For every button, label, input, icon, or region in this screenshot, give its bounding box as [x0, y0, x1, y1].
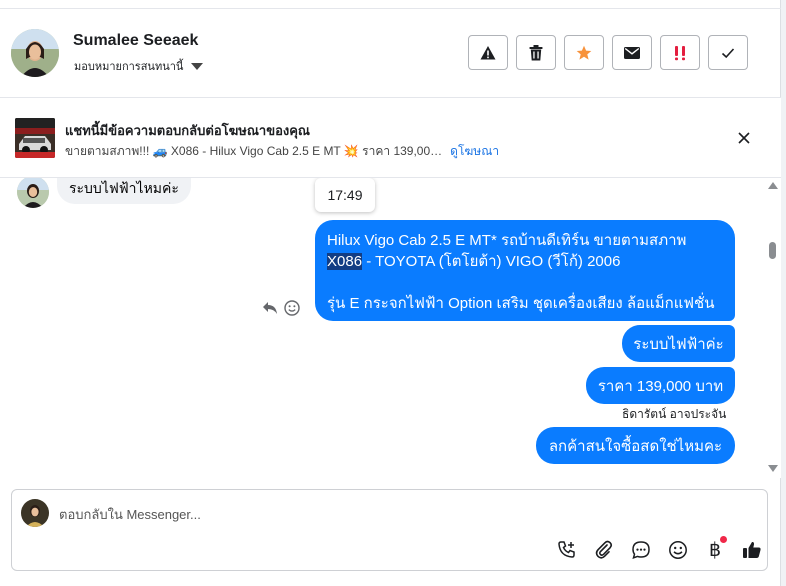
- like-button[interactable]: [740, 538, 764, 562]
- close-icon: [738, 132, 750, 144]
- payment-button[interactable]: ฿: [703, 536, 727, 562]
- ad-thumbnail[interactable]: [15, 118, 55, 158]
- view-ad-link[interactable]: ดูโฆษณา: [450, 144, 499, 158]
- scroll-up-arrow-icon[interactable]: [768, 182, 778, 189]
- message-line-2: X086 - TOYOTA (โตโยต้า) VIGO (วีโก้) 200…: [327, 251, 723, 272]
- spam-button[interactable]: [660, 35, 700, 70]
- react-emoji-icon[interactable]: [284, 300, 300, 316]
- contact-avatar-small[interactable]: [17, 178, 49, 208]
- assign-label: มอบหมายการสนทนานี้: [74, 61, 184, 73]
- ad-banner-subtitle: ขายตามสภาพ!!! 🚙 X086 - Hilux Vigo Cab 2.…: [65, 142, 499, 161]
- reply-composer: ฿: [11, 489, 768, 571]
- message-line-1: Hilux Vigo Cab 2.5 E MT* รถบ้านดีเทิร์น …: [327, 232, 687, 249]
- paperclip-icon: [595, 540, 613, 559]
- conversation-header: Sumalee Seeaek มอบหมายการสนทนานี้: [0, 9, 781, 98]
- star-icon: [576, 45, 592, 60]
- mark-unread-button[interactable]: [612, 35, 652, 70]
- mark-done-button[interactable]: [708, 35, 748, 70]
- thread-scrollbar[interactable]: [767, 178, 779, 478]
- spam-icon: [675, 45, 685, 60]
- highlighted-code: X086: [327, 253, 363, 270]
- contact-name: Sumalee Seeaek: [73, 32, 199, 49]
- incoming-message[interactable]: ระบบไฟฟ้าไหมค่ะ: [57, 178, 191, 204]
- scrollbar-thumb[interactable]: [769, 242, 776, 259]
- reply-input[interactable]: [59, 502, 739, 526]
- outgoing-message[interactable]: ราคา 139,000 บาท: [586, 367, 735, 404]
- close-banner-button[interactable]: [734, 128, 754, 148]
- saved-reply-icon: [632, 541, 650, 559]
- ad-banner-title: แชทนี้มีข้อความตอบกลับต่อโฆษณาของคุณ: [65, 123, 310, 138]
- star-button[interactable]: [564, 35, 604, 70]
- ad-reply-banner: แชทนี้มีข้อความตอบกลับต่อโฆษณาของคุณ ขาย…: [0, 98, 781, 178]
- conversation-actions: [468, 35, 748, 70]
- page-avatar: [21, 499, 49, 527]
- attach-button[interactable]: [592, 538, 616, 562]
- report-button[interactable]: [468, 35, 508, 70]
- call-button[interactable]: [555, 538, 579, 562]
- message-thread[interactable]: ระบบไฟฟ้าไหมค่ะ 17:49 Hilux Vigo Cab 2.5…: [0, 178, 781, 478]
- timestamp-tooltip: 17:49: [315, 178, 375, 212]
- emoji-button[interactable]: [666, 538, 690, 562]
- message-line-3: รุ่น E กระจกไฟฟ้า Option เสริม ชุดเครื่อ…: [327, 295, 715, 312]
- message-line-2-rest: - TOYOTA (โตโยต้า) VIGO (วีโก้) 2006: [362, 253, 621, 270]
- assign-conversation-dropdown[interactable]: มอบหมายการสนทนานี้: [74, 57, 204, 75]
- report-icon: [480, 45, 496, 59]
- delete-button[interactable]: [516, 35, 556, 70]
- emoji-icon: [669, 541, 687, 559]
- reply-icon[interactable]: [262, 301, 278, 315]
- ad-description: ขายตามสภาพ!!! 🚙 X086 - Hilux Vigo Cab 2.…: [65, 144, 443, 158]
- envelope-icon: [624, 46, 640, 59]
- message-hover-actions: [262, 300, 300, 316]
- trash-icon: [529, 44, 543, 60]
- thumbs-up-icon: [743, 541, 761, 558]
- scroll-down-arrow-icon[interactable]: [768, 465, 778, 472]
- composer-toolbar: ฿: [555, 536, 764, 562]
- saved-replies-button[interactable]: [629, 538, 653, 562]
- caret-down-icon: [191, 62, 204, 70]
- contact-avatar[interactable]: [11, 29, 59, 77]
- add-call-icon: [558, 541, 575, 558]
- sender-name: ธิดารัตน์ อาจประจัน: [622, 407, 727, 421]
- outgoing-message-long[interactable]: Hilux Vigo Cab 2.5 E MT* รถบ้านดีเทิร์น …: [315, 220, 735, 321]
- check-icon: [721, 47, 735, 58]
- notification-dot: [720, 536, 727, 543]
- outgoing-message[interactable]: ลกค้าสนใจซื้อสดใช่ไหมคะ: [536, 427, 735, 464]
- chat-panel: Sumalee Seeaek มอบหมายการสนทนานี้ แชทนี้…: [0, 0, 781, 586]
- baht-payment-icon: ฿: [708, 539, 722, 561]
- outgoing-message[interactable]: ระบบไฟฟ้าค่ะ: [622, 325, 735, 362]
